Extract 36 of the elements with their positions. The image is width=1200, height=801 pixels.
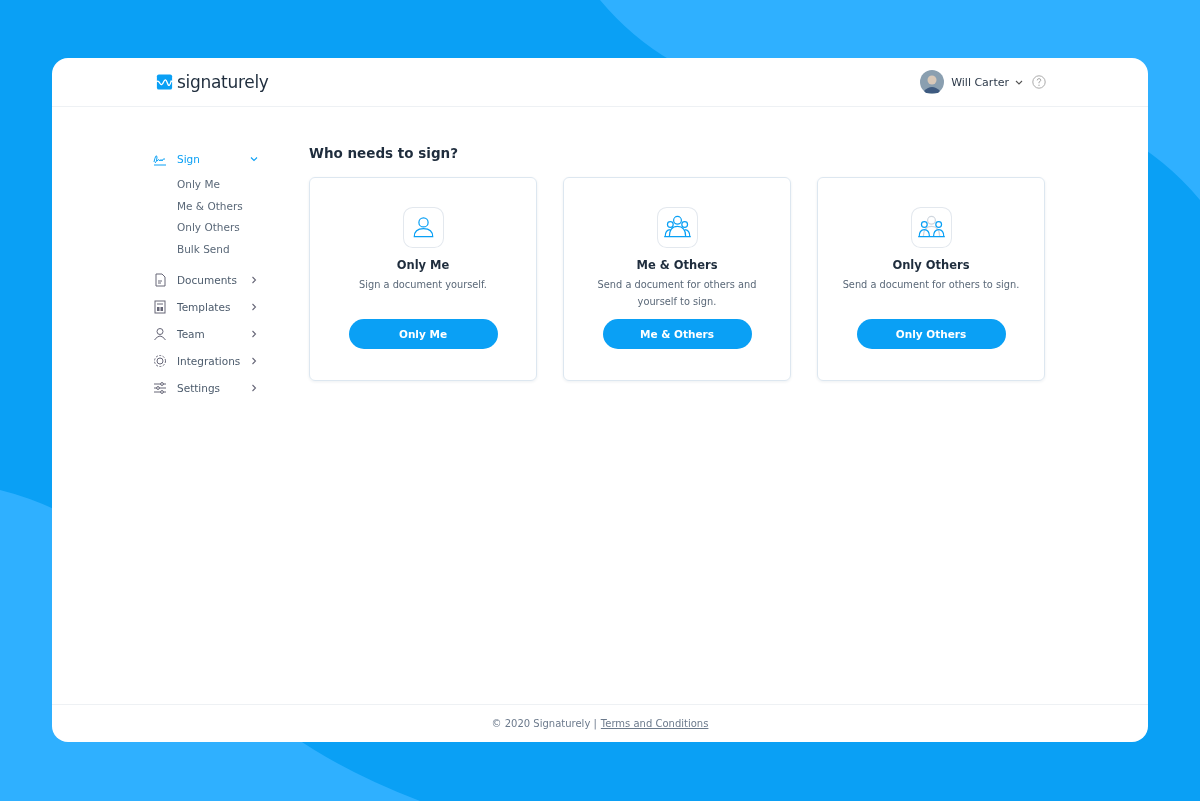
sliders-icon <box>153 380 167 395</box>
nav-item[interactable]: Settings <box>153 374 259 401</box>
card-description: Send a document for others to sign. <box>841 278 1021 292</box>
group-icon <box>910 207 952 248</box>
sub-item[interactable]: Bulk Send <box>177 238 230 260</box>
copyright-text: © 2020 Signaturely | <box>491 718 597 729</box>
nav-item[interactable]: Templates <box>153 293 259 320</box>
sub-item[interactable]: Only Others <box>177 217 240 239</box>
sub-item[interactable]: Only Me <box>177 174 220 196</box>
chevron-right-icon <box>249 328 259 339</box>
page-heading: Who needs to sign? <box>309 145 459 161</box>
sub-item[interactable]: Me & Others <box>177 195 243 217</box>
document-icon <box>153 272 167 287</box>
nav-item[interactable]: Team <box>153 320 259 347</box>
caret-icon[interactable] <box>1015 79 1023 85</box>
chevron-right-icon <box>249 301 259 312</box>
logo-icon <box>155 74 174 90</box>
template-icon <box>153 299 167 314</box>
card-title: Only Others <box>892 258 970 272</box>
chevron-right-icon <box>249 274 259 285</box>
user-icon <box>402 207 444 248</box>
nav-item[interactable]: Integrations <box>153 347 259 374</box>
chevron-right-icon <box>249 382 259 393</box>
card-description: Sign a document yourself. <box>358 278 488 292</box>
group-icon <box>656 207 698 248</box>
card-description: Send a document for others and yourself to sign. <box>596 278 758 309</box>
nav-item[interactable]: Documents <box>153 266 259 293</box>
chevron-right-icon <box>249 355 259 366</box>
terms-link[interactable]: Terms and Conditions <box>600 718 709 729</box>
user-name[interactable]: Will Carter <box>951 75 1009 89</box>
avatar <box>920 70 945 94</box>
card-title: Me & Others <box>636 258 718 272</box>
card-title: Only Me <box>396 258 450 272</box>
logo-text: signaturely <box>177 72 269 92</box>
gear-icon <box>153 353 167 368</box>
user-icon <box>153 326 167 341</box>
